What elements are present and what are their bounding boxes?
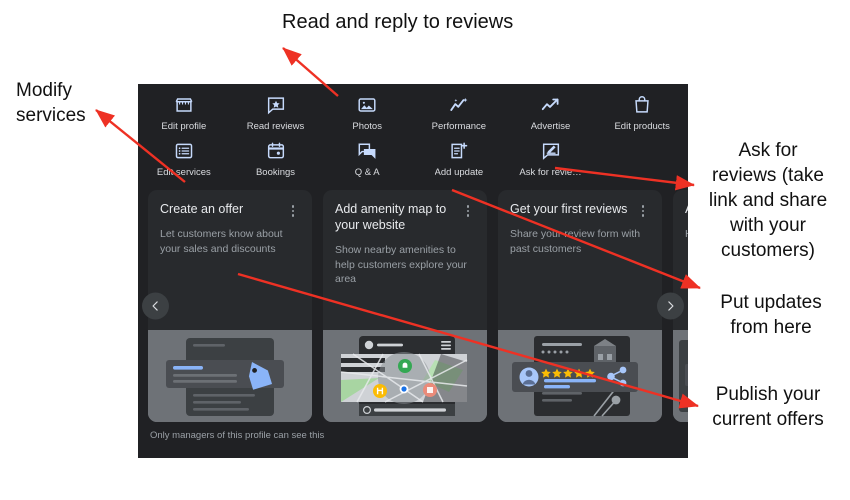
carousel-track[interactable]: Create an offer Let customers know about… bbox=[138, 190, 688, 422]
quick-action-label: Q & A bbox=[354, 167, 380, 178]
performance-sparkline-icon bbox=[448, 94, 470, 116]
quick-action-qa[interactable]: Q & A bbox=[321, 140, 413, 178]
annotation-put-updates: Put updates from here bbox=[720, 292, 822, 338]
ask-review-icon bbox=[540, 140, 562, 162]
photo-icon bbox=[356, 94, 378, 116]
card-header: Create an offer bbox=[148, 190, 312, 217]
quick-action-performance[interactable]: Performance bbox=[413, 94, 505, 132]
review-share-illustration bbox=[498, 330, 662, 422]
chat-bubbles-icon bbox=[356, 140, 378, 162]
quick-action-label: Ask for revie… bbox=[519, 167, 582, 178]
quick-action-label: Bookings bbox=[255, 167, 296, 178]
card-description: Share your review form with past custome… bbox=[510, 228, 641, 255]
quick-action-read-reviews[interactable]: Read reviews bbox=[230, 94, 322, 132]
quick-action-photos[interactable]: Photos bbox=[321, 94, 413, 132]
card-title: Ac we bbox=[685, 201, 688, 217]
quick-action-ask-for-reviews[interactable]: Ask for revie… bbox=[505, 140, 597, 178]
offer-tag-illustration bbox=[148, 330, 312, 422]
quick-action-bookings[interactable]: Bookings bbox=[230, 140, 322, 178]
card-header: Add amenity map to your website bbox=[323, 190, 487, 233]
card-title: Add amenity map to your website bbox=[335, 202, 447, 232]
annotation-ask-for-reviews: Ask for reviews (take link and share wit… bbox=[708, 140, 828, 261]
chevron-right-icon bbox=[668, 301, 674, 311]
amenity-map-illustration bbox=[323, 330, 487, 422]
card-description: Let customers know about your sales and … bbox=[160, 228, 283, 255]
quick-action-label: Performance bbox=[431, 121, 487, 132]
suggestion-card-get-your-first-reviews[interactable]: Get your first reviews Share your review… bbox=[498, 190, 662, 422]
chevron-left-icon bbox=[152, 301, 158, 311]
quick-action-label: Edit products bbox=[614, 121, 670, 132]
shopping-bag-icon bbox=[631, 94, 653, 116]
card-overflow-menu-icon[interactable] bbox=[461, 201, 475, 233]
post-add-icon bbox=[448, 140, 470, 162]
card-description: Show nearby amenities to help customers … bbox=[335, 244, 467, 285]
suggestion-carousel: Create an offer Let customers know about… bbox=[138, 190, 688, 422]
partial-illustration bbox=[673, 330, 688, 422]
quick-action-label: Add update bbox=[434, 167, 484, 178]
card-title: Create an offer bbox=[160, 202, 244, 216]
review-star-chat-icon bbox=[265, 94, 287, 116]
card-title: Get your first reviews bbox=[510, 202, 628, 216]
suggestion-card-add-amenity-map[interactable]: Add amenity map to your website Show nea… bbox=[323, 190, 487, 422]
list-icon bbox=[173, 140, 195, 162]
calendar-icon bbox=[265, 140, 287, 162]
annotation-modify-services: Modify services bbox=[16, 80, 86, 126]
quick-action-edit-profile[interactable]: Edit profile bbox=[138, 94, 230, 132]
carousel-next-button[interactable] bbox=[657, 292, 684, 320]
card-header: Ac we bbox=[673, 190, 688, 217]
quick-actions-row-2: Edit services Bookings Q & A Add update … bbox=[138, 132, 688, 186]
quick-action-label: Edit services bbox=[156, 167, 211, 178]
manager-visibility-note: Only managers of this profile can see th… bbox=[150, 430, 325, 441]
quick-action-edit-products[interactable]: Edit products bbox=[596, 94, 688, 132]
quick-action-label: Edit profile bbox=[161, 121, 207, 132]
card-overflow-menu-icon[interactable] bbox=[636, 201, 650, 217]
quick-action-add-update[interactable]: Add update bbox=[413, 140, 505, 178]
quick-action-label: Photos bbox=[352, 121, 382, 132]
trending-up-icon bbox=[540, 94, 562, 116]
quick-actions-row-1: Edit profile Read reviews Photos Perform… bbox=[138, 84, 688, 132]
carousel-prev-button[interactable] bbox=[142, 292, 169, 320]
storefront-icon bbox=[173, 94, 195, 116]
quick-action-edit-services[interactable]: Edit services bbox=[138, 140, 230, 178]
annotation-publish-offers: Publish your current offers bbox=[712, 384, 824, 430]
business-profile-panel: Edit profile Read reviews Photos Perform… bbox=[138, 84, 688, 458]
card-header: Get your first reviews bbox=[498, 190, 662, 217]
quick-actions-spacer bbox=[596, 140, 688, 178]
annotation-read-reviews: Read and reply to reviews bbox=[282, 11, 514, 33]
suggestion-card-create-an-offer[interactable]: Create an offer Let customers know about… bbox=[148, 190, 312, 422]
quick-action-label: Read reviews bbox=[246, 121, 305, 132]
quick-action-advertise[interactable]: Advertise bbox=[505, 94, 597, 132]
quick-action-label: Advertise bbox=[530, 121, 571, 132]
card-overflow-menu-icon[interactable] bbox=[286, 201, 300, 217]
